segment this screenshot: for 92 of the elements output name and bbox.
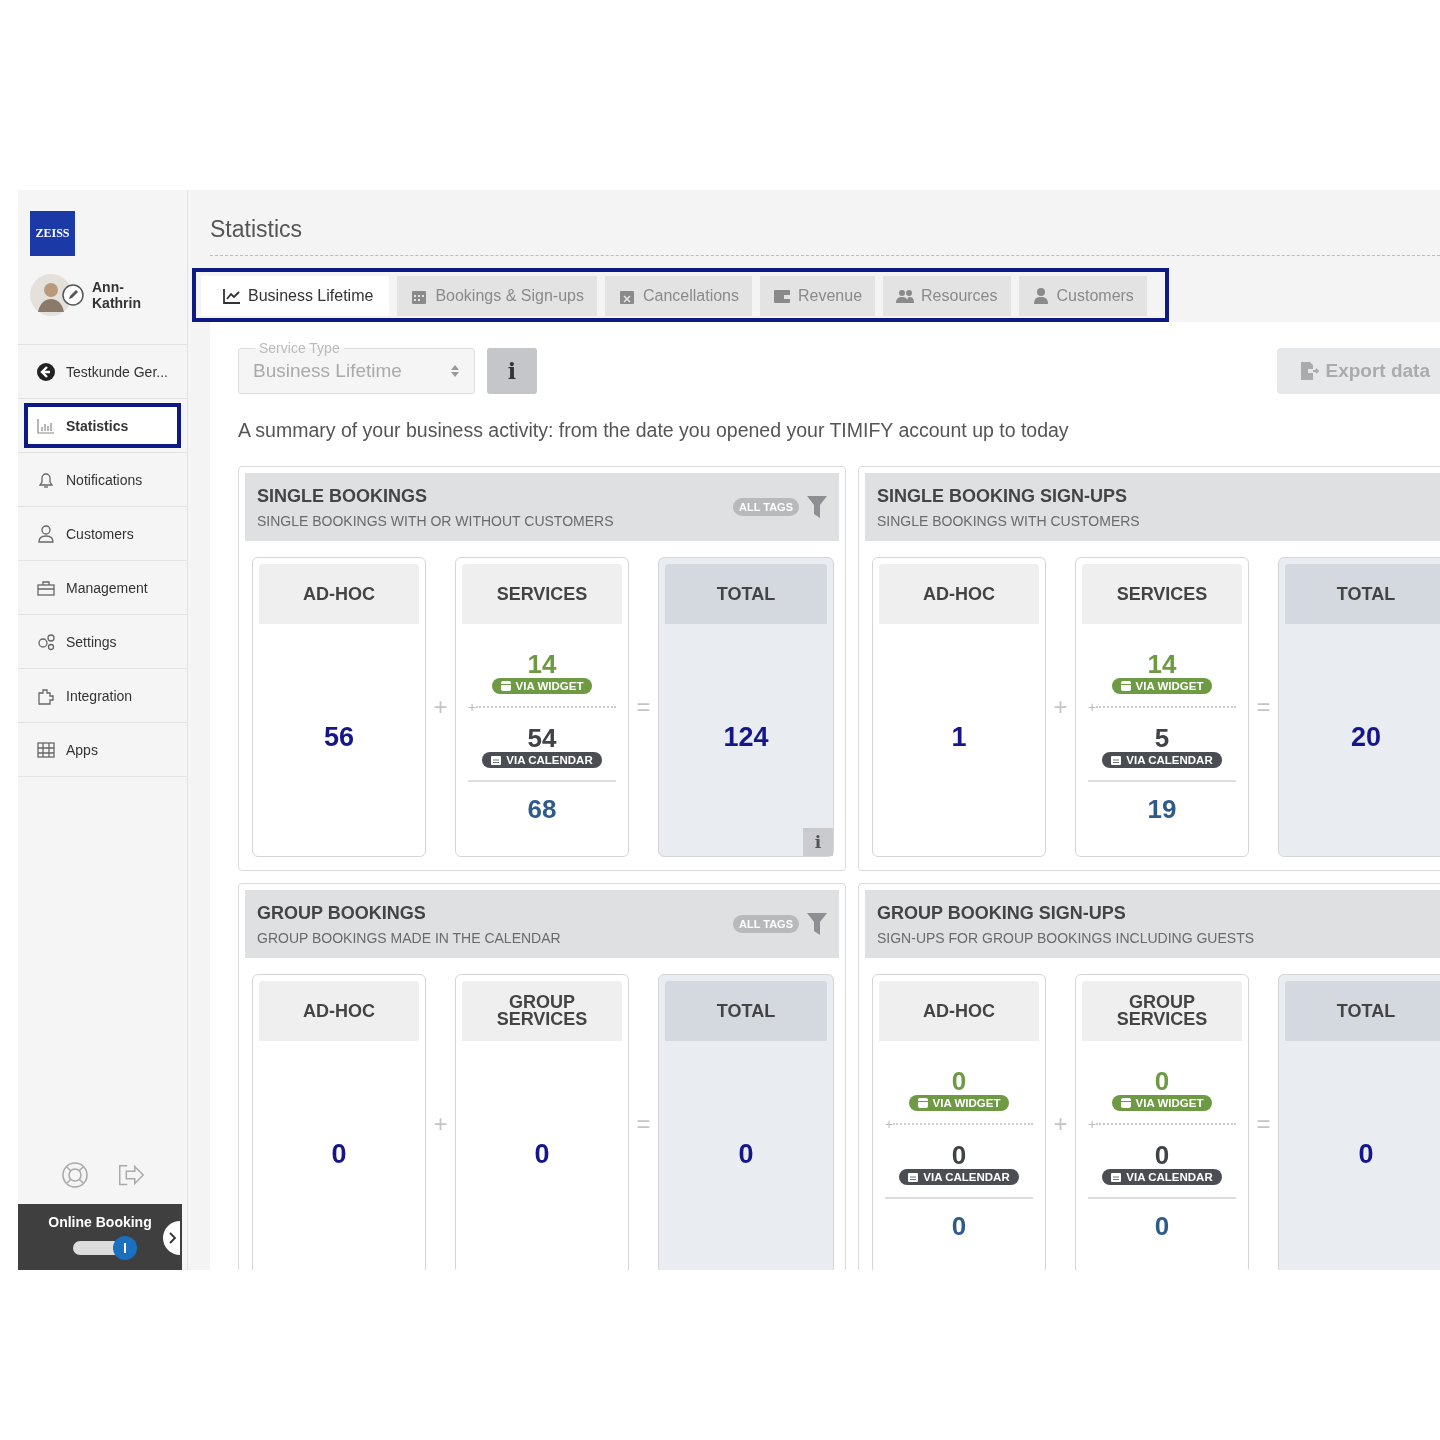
panel-subtitle: GROUP BOOKINGS MADE IN THE CALENDAR (257, 929, 562, 946)
widget-count: 14 (527, 649, 557, 678)
stat-value: 0 (331, 1138, 347, 1170)
summary-text: A summary of your business activity: from the date you opened your TIMIFY account up to today (238, 419, 1070, 442)
nav-item[interactable]: Notifications (24, 457, 181, 502)
stat-value: 0 (534, 1138, 550, 1170)
nav-item[interactable]: Management (24, 565, 181, 610)
stat-value: 0 (738, 1138, 754, 1170)
column-heading: TOTAL (1285, 564, 1440, 624)
updown-arrows-icon (450, 363, 460, 379)
panel-title: SINGLE BOOKINGS (257, 485, 428, 507)
nav-item[interactable]: Integration (24, 673, 181, 718)
people-icon (896, 288, 915, 304)
panel-subtitle: SIGN-UPS FOR GROUP BOOKINGS INCLUDING GUESTS (877, 929, 1255, 946)
nav-item[interactable]: Settings (24, 619, 181, 664)
sum-value: 19 (1147, 793, 1177, 825)
calendar-count: 0 (1154, 1140, 1170, 1169)
widget-count: 14 (1147, 649, 1177, 678)
nav-item[interactable]: Statistics (24, 403, 181, 448)
nav-item[interactable]: Customers (24, 511, 181, 556)
nav-item[interactable]: Testkunde Ger... (24, 349, 181, 394)
column-heading: TOTAL (665, 981, 827, 1041)
operator-sign: + (433, 693, 448, 721)
column-heading: GROUP SERVICES (462, 981, 622, 1041)
column-heading: SERVICES (1082, 564, 1242, 624)
widget-badge: VIA WIDGET (908, 1094, 1010, 1111)
plus-sign: + (1088, 1116, 1097, 1131)
column-heading: TOTAL (1285, 981, 1440, 1041)
operator-sign: + (1053, 1110, 1068, 1138)
column-heading: AD-HOC (879, 564, 1039, 624)
operator-sign: + (433, 1110, 448, 1138)
column-heading: TOTAL (665, 564, 827, 624)
calendar-count: 0 (951, 1140, 967, 1169)
calendar-count: 5 (1154, 723, 1170, 752)
info-button[interactable]: i (487, 348, 537, 394)
widget-count: 0 (1154, 1066, 1170, 1095)
filter-icon[interactable] (807, 913, 827, 935)
online-booking-label: Online Booking (48, 1214, 152, 1230)
column-heading: AD-HOC (259, 981, 419, 1041)
filter-icon[interactable] (807, 496, 827, 518)
info-button[interactable]: i (803, 828, 833, 856)
page-title: Statistics (210, 190, 1440, 256)
nav-item[interactable]: Apps (24, 727, 181, 772)
stat-value: 124 (723, 721, 769, 753)
panel-subtitle: SINGLE BOOKINGS WITH CUSTOMERS (877, 512, 1141, 529)
line-chart-icon (223, 288, 241, 304)
wallet-icon (773, 288, 791, 304)
operator-sign: = (1256, 693, 1271, 721)
gears-icon (36, 631, 56, 652)
calendar-badge: VIA CALENDAR (482, 751, 602, 768)
user-name: Ann-Kathrin (92, 279, 142, 311)
panel-title: SINGLE BOOKING SIGN-UPS (877, 485, 1129, 507)
toggle-switch[interactable] (73, 1236, 137, 1260)
grid-icon (36, 739, 56, 760)
calendar-badge: VIA CALENDAR (1102, 1168, 1222, 1185)
stat-value: 1 (951, 721, 967, 753)
operator-sign: = (636, 1110, 651, 1138)
stat-value: 20 (1350, 721, 1381, 753)
column-heading: SERVICES (462, 564, 622, 624)
calendar-badge: VIA CALENDAR (899, 1168, 1019, 1185)
panel-title: GROUP BOOKING SIGN-UPS (877, 902, 1127, 924)
sum-value: 68 (527, 793, 557, 825)
stat-value: 56 (323, 721, 354, 753)
calendar-icon (410, 288, 429, 304)
person-icon (36, 523, 56, 544)
column-heading: AD-HOC (879, 981, 1039, 1041)
widget-badge: VIA WIDGET (1111, 677, 1213, 694)
widget-badge: VIA WIDGET (491, 677, 593, 694)
export-icon (1299, 361, 1320, 381)
widget-badge: VIA WIDGET (1111, 1094, 1213, 1111)
edit-icon[interactable] (62, 284, 84, 306)
operator-sign: = (1256, 1110, 1271, 1138)
calendar-count: 54 (527, 723, 557, 752)
widget-count: 0 (951, 1066, 967, 1095)
tab[interactable]: Business Lifetime (201, 276, 390, 316)
calendar-x-icon (617, 288, 636, 304)
sum-value: 0 (1154, 1210, 1170, 1242)
lifebuoy-icon[interactable] (59, 1160, 90, 1190)
stat-value: 0 (1358, 1138, 1374, 1170)
person-icon (1031, 288, 1050, 304)
plus-sign: + (1088, 699, 1097, 714)
operator-sign: = (636, 693, 651, 721)
panel-title: GROUP BOOKINGS (257, 902, 427, 924)
calendar-badge: VIA CALENDAR (1102, 751, 1222, 768)
plus-sign: + (468, 699, 477, 714)
plus-sign: + (885, 1116, 894, 1131)
operator-sign: + (1053, 693, 1068, 721)
sum-value: 0 (951, 1210, 967, 1242)
panel-subtitle: SINGLE BOOKINGS WITH OR WITHOUT CUSTOMERS (257, 512, 615, 529)
column-heading: AD-HOC (259, 564, 419, 624)
column-heading: GROUP SERVICES (1082, 981, 1242, 1041)
logo: ZEISS (30, 211, 75, 256)
